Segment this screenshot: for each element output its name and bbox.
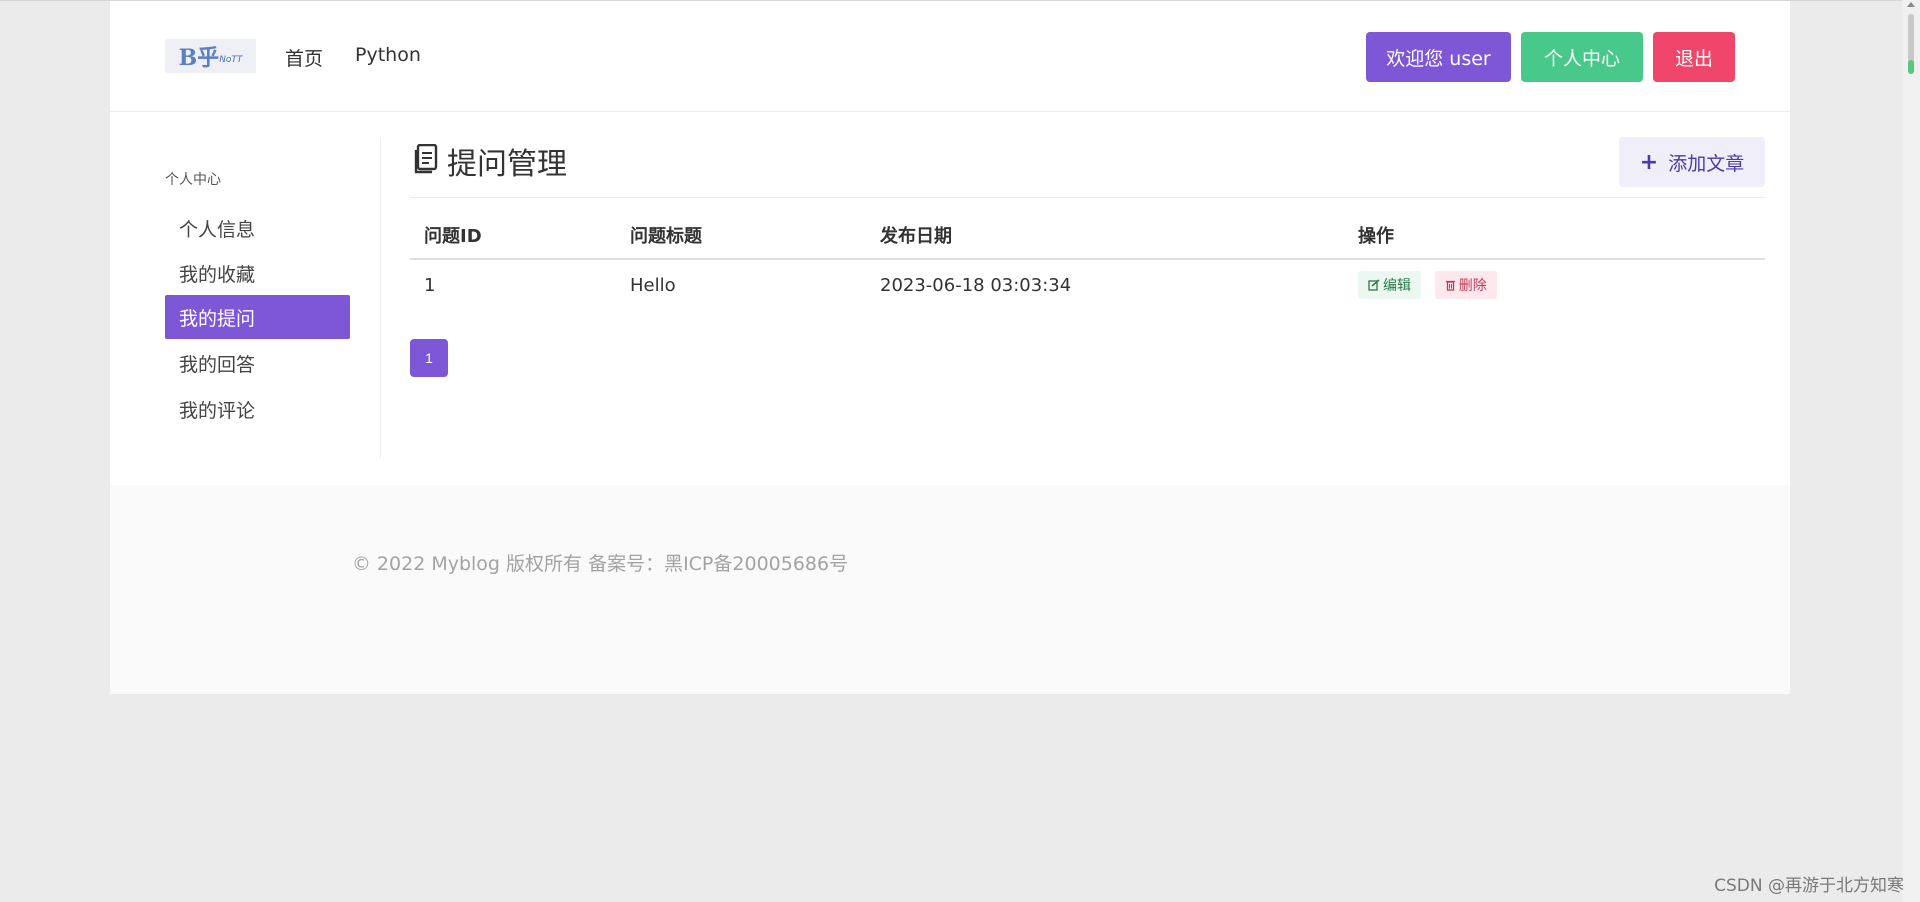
sidebar-item-my-comments[interactable]: 我的评论 bbox=[165, 387, 350, 431]
welcome-user-button[interactable]: 欢迎您 user bbox=[1366, 32, 1511, 82]
sidebar-item-my-questions[interactable]: 我的提问 bbox=[165, 295, 350, 339]
cell-question-title: Hello bbox=[630, 274, 676, 296]
scroll-indicator bbox=[1908, 60, 1914, 74]
delete-label: 删除 bbox=[1458, 278, 1487, 294]
delete-button[interactable]: 删除 bbox=[1434, 271, 1497, 299]
document-icon bbox=[413, 143, 439, 178]
heading-divider bbox=[410, 197, 1765, 198]
sidebar-title: 个人中心 bbox=[165, 172, 221, 188]
sidebar-divider bbox=[380, 139, 381, 459]
page-heading: 提问管理 bbox=[413, 143, 567, 182]
edit-icon bbox=[1368, 279, 1380, 291]
column-header-id: 问题ID bbox=[410, 212, 616, 260]
navbar: B乎 NoTT 首页 Python 欢迎您 user 个人中心 退出 bbox=[110, 1, 1790, 112]
site-logo[interactable]: B乎 NoTT bbox=[165, 39, 256, 73]
column-header-date: 发布日期 bbox=[866, 212, 1344, 260]
add-article-button[interactable]: + 添加文章 bbox=[1619, 137, 1765, 187]
table-header-row: 问题ID 问题标题 发布日期 操作 bbox=[410, 212, 1765, 260]
logo-small-text: NoTT bbox=[219, 55, 243, 65]
column-header-title: 问题标题 bbox=[616, 212, 866, 260]
cell-actions: 编辑 删除 bbox=[1344, 259, 1765, 310]
add-article-label: 添加文章 bbox=[1668, 152, 1745, 175]
sidebar-item-favorites[interactable]: 我的收藏 bbox=[165, 251, 350, 295]
nav-home-link[interactable]: 首页 bbox=[285, 44, 323, 71]
column-header-actions: 操作 bbox=[1344, 212, 1765, 260]
plus-icon: + bbox=[1639, 149, 1659, 175]
cell-question-id: 1 bbox=[424, 274, 436, 296]
page-title: 提问管理 bbox=[447, 147, 567, 182]
edit-button[interactable]: 编辑 bbox=[1358, 271, 1421, 299]
footer: © 2022 Myblog 版权所有 备案号：黑ICP备20005686号 bbox=[110, 485, 1790, 694]
sidebar-item-profile[interactable]: 个人信息 bbox=[165, 206, 350, 250]
pagination-page-1[interactable]: 1 bbox=[410, 339, 448, 377]
trash-icon bbox=[1445, 280, 1455, 291]
footer-copyright: © 2022 Myblog 版权所有 备案号：黑ICP备20005686号 bbox=[351, 553, 849, 575]
watermark: CSDN @再游于北方知寒 bbox=[1714, 876, 1904, 896]
cell-publish-date: 2023-06-18 03:03:34 bbox=[880, 274, 1072, 296]
nav-python-link[interactable]: Python bbox=[355, 44, 421, 66]
vertical-scrollbar[interactable] bbox=[1902, 0, 1920, 902]
logout-button[interactable]: 退出 bbox=[1653, 32, 1735, 82]
edit-label: 编辑 bbox=[1383, 278, 1411, 294]
sidebar-item-my-answers[interactable]: 我的回答 bbox=[165, 341, 350, 385]
questions-table: 问题ID 问题标题 发布日期 操作 1 Hello 2023-06-18 03:… bbox=[410, 212, 1765, 310]
scroll-up-arrow-icon[interactable] bbox=[1907, 2, 1915, 7]
personal-center-button[interactable]: 个人中心 bbox=[1521, 32, 1643, 82]
page-container: B乎 NoTT 首页 Python 欢迎您 user 个人中心 退出 个人中心 … bbox=[110, 1, 1790, 694]
logo-main-text: B乎 bbox=[178, 45, 220, 71]
table-row: 1 Hello 2023-06-18 03:03:34 编辑 删除 bbox=[410, 259, 1765, 310]
